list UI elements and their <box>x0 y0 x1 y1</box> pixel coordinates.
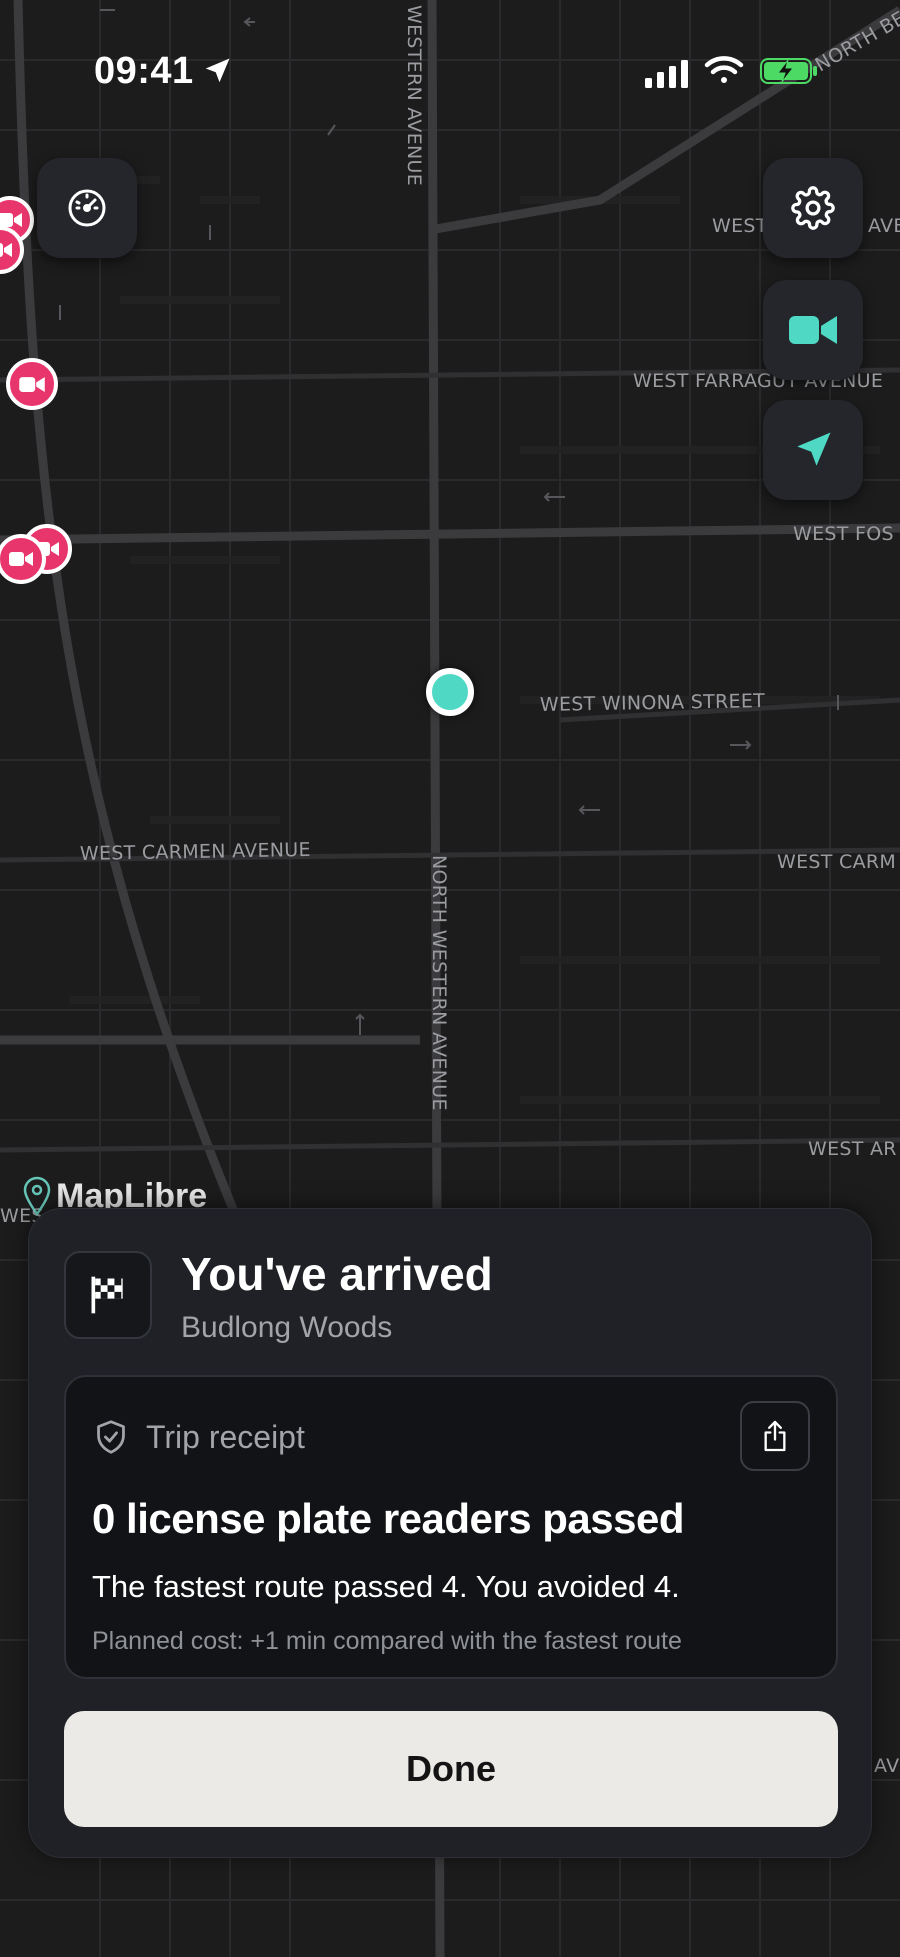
street-label: WEST CARMEN AVENUE <box>80 839 311 865</box>
street-label: WEST CARM <box>777 851 896 873</box>
trip-receipt-card: Trip receipt 0 license plate readers pas… <box>64 1375 838 1679</box>
video-camera-icon <box>0 243 12 257</box>
receipt-detail: The fastest route passed 4. You avoided … <box>92 1569 680 1604</box>
settings-button[interactable] <box>763 158 863 258</box>
speedometer-icon <box>68 189 106 227</box>
arrival-sheet: You've arrived Budlong Woods Trip receip… <box>28 1208 872 1858</box>
receipt-cost: Planned cost: +1 min compared with the f… <box>92 1627 682 1655</box>
street-label: NORTH WESTERN AVENUE <box>428 855 450 1111</box>
receipt-headline: 0 license plate readers passed <box>92 1495 685 1542</box>
recenter-button[interactable] <box>763 400 863 500</box>
arrival-place: Budlong Woods <box>181 1311 393 1344</box>
location-arrow-icon <box>205 58 230 83</box>
street-label: AVE <box>868 215 900 237</box>
shield-check-icon <box>97 1420 125 1454</box>
checkered-flag-icon <box>91 1276 123 1314</box>
street-label: WEST AR <box>808 1138 897 1160</box>
status-bar: 09:41 <box>0 0 900 150</box>
user-location-dot <box>426 668 474 716</box>
street-label: WEST FOS <box>793 523 894 545</box>
camera-marker[interactable] <box>6 358 58 410</box>
done-button[interactable]: Done <box>64 1711 838 1827</box>
arrival-title: You've arrived <box>181 1248 493 1300</box>
cellular-signal-icon <box>645 60 688 88</box>
street-label: AV <box>874 1755 899 1777</box>
video-camera-icon <box>789 316 837 344</box>
share-receipt-button[interactable] <box>740 1401 810 1471</box>
street-label: WEST <box>712 215 768 237</box>
navigation-arrow-icon <box>797 432 831 466</box>
street-label: WEST WINONA STREET <box>540 690 766 716</box>
status-time: 09:41 <box>94 50 194 92</box>
arrival-icon-box <box>64 1251 152 1339</box>
speedometer-button[interactable] <box>37 158 137 258</box>
share-icon <box>764 1420 786 1452</box>
video-camera-icon <box>19 376 45 392</box>
wifi-icon <box>704 56 744 83</box>
battery-charging-icon <box>760 58 817 84</box>
gear-icon <box>791 186 835 230</box>
receipt-label: Trip receipt <box>146 1419 305 1455</box>
cameras-toggle-button[interactable] <box>763 280 863 380</box>
video-camera-icon <box>9 552 33 566</box>
